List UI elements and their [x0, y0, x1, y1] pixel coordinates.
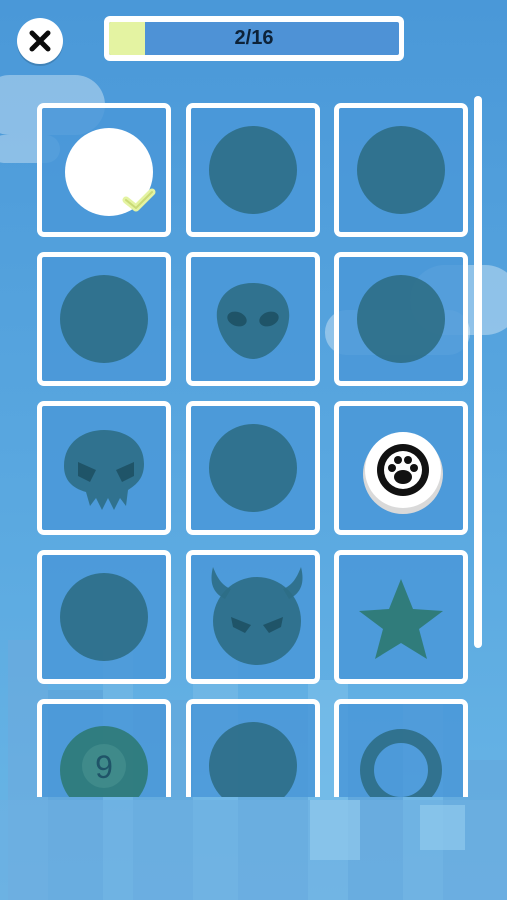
skin-tile-plain-ball[interactable] [334, 103, 468, 237]
skin-tile-plain-ball[interactable] [334, 252, 468, 386]
skin-tile-devil-ball[interactable] [186, 550, 320, 684]
paw-ball-icon [363, 432, 443, 514]
plain-ball-icon [209, 424, 297, 512]
close-button[interactable] [17, 18, 63, 64]
progress-count: 2/16 [234, 27, 274, 49]
pool-nine-ball-icon: 9 [60, 726, 148, 797]
skin-tile-pool-nine-ball[interactable]: 9 [37, 699, 171, 797]
ring-ball-icon [360, 729, 442, 797]
plain-ball-icon [357, 126, 445, 214]
skin-tile-plain-ball[interactable] [37, 550, 171, 684]
plain-ball-icon [357, 275, 445, 363]
plain-ball-icon [209, 722, 297, 797]
skin-tile-plain-ball[interactable] [186, 699, 320, 797]
skin-tile-alien-ball[interactable] [186, 252, 320, 386]
star-ball-icon [359, 579, 443, 659]
plain-ball-icon [60, 573, 148, 661]
skin-tile-paw-ball[interactable] [334, 401, 468, 535]
plain-ball-icon [60, 275, 148, 363]
skin-tile-skull-ball[interactable] [37, 401, 171, 535]
alien-ball-icon [216, 283, 290, 359]
skin-grid[interactable]: 9 [0, 95, 507, 797]
skin-tile-star-ball[interactable] [334, 550, 468, 684]
skin-tile-plain-ball[interactable] [186, 103, 320, 237]
devil-ball-icon [211, 567, 303, 665]
plain-ball-icon [209, 126, 297, 214]
scrollbar[interactable] [474, 96, 482, 648]
skin-tile-ring-ball[interactable] [334, 699, 468, 797]
skin-tile-plain-ball[interactable] [37, 252, 171, 386]
close-icon [29, 30, 51, 52]
skull-ball-icon [64, 430, 144, 510]
skin-tile-white-ball[interactable] [37, 103, 171, 237]
svg-text:9: 9 [95, 749, 113, 785]
white-ball-icon [65, 128, 156, 216]
skin-tile-plain-ball[interactable] [186, 401, 320, 535]
collection-progress-bar: 2/16 [104, 16, 404, 61]
